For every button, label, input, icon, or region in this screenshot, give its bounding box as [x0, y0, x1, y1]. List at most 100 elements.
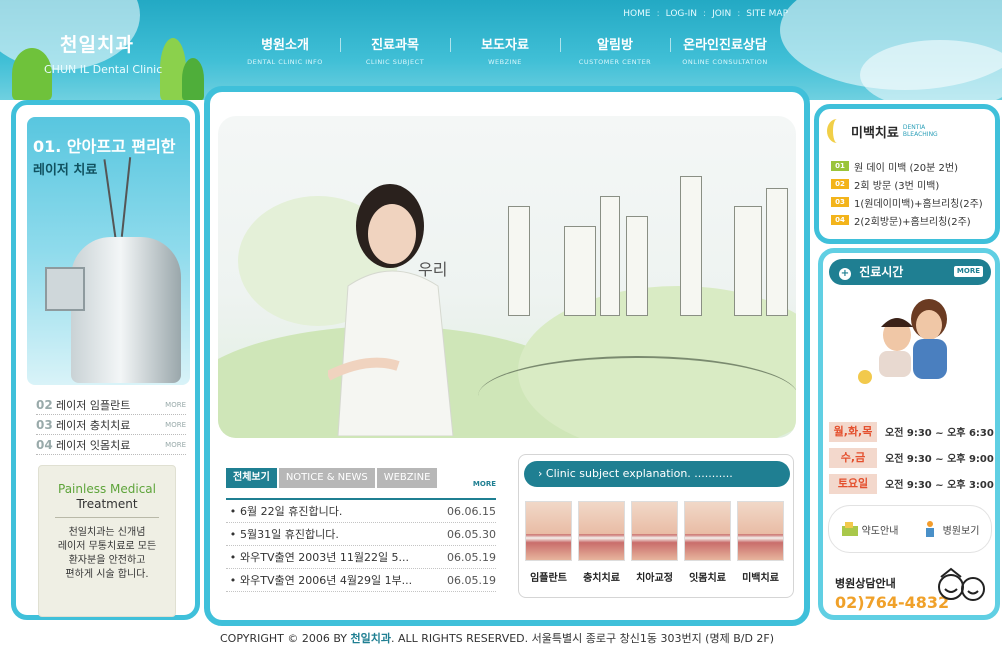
nav-item-clinic-info[interactable]: 병원소개 DENTAL CLINIC INFO	[230, 34, 340, 66]
nav-item-clinic-subject[interactable]: 진료과목 CLINIC SUBJECT	[340, 34, 450, 66]
hospital-view-label: 병원보기	[942, 525, 980, 537]
news-date: 06.05.19	[447, 573, 496, 587]
smile-thumbnail-orthodontics[interactable]	[631, 501, 678, 561]
subject-label-orthodontics[interactable]: 치아교정	[631, 569, 678, 584]
hours-more-link[interactable]: MORE	[953, 266, 983, 277]
more-link[interactable]: MORE	[165, 441, 186, 449]
item-label: 레이저 임플란트	[56, 398, 131, 412]
nav-label: 진료과목	[371, 38, 419, 53]
smile-thumbnail-implant[interactable]	[525, 501, 572, 561]
hospital-view-link[interactable]: 병원보기	[922, 520, 980, 538]
nav-sublabel: ONLINE CONSULTATION	[682, 58, 768, 66]
building-illustration	[680, 176, 702, 316]
smile-thumbnail-gum[interactable]	[684, 501, 731, 561]
news-item[interactable]: • 6월 22일 휴진합니다. 06.06.15	[226, 500, 496, 523]
tab-webzine[interactable]: WEBZINE	[376, 468, 438, 488]
clinic-subjects: › Clinic subject explanation. ..........…	[518, 454, 794, 598]
hours-time: 오전 9:30 ~ 오후 6:30	[885, 428, 994, 439]
nav-label: 병원소개	[261, 38, 309, 53]
util-home-link[interactable]: HOME	[623, 9, 650, 19]
building-illustration	[626, 216, 648, 316]
tab-notice-news[interactable]: NOTICE & NEWS	[278, 468, 375, 488]
util-sitemap-link[interactable]: SITE MAP	[746, 9, 788, 19]
nav-label: 온라인진료상담	[683, 38, 767, 53]
moon-icon	[827, 119, 847, 143]
bullet-icon: •	[229, 573, 237, 587]
separator: :	[737, 9, 741, 19]
whitening-item[interactable]: 04 2(2회방문)+홈브리칭(2주)	[831, 211, 983, 229]
laser-menu-item[interactable]: 03 레이저 충치치료 MORE	[36, 415, 186, 435]
smile-thumbnail-whitening[interactable]	[737, 501, 784, 561]
laser-menu: 02 레이저 임플란트 MORE 03 레이저 충치치료 MORE 04 레이저…	[36, 395, 186, 455]
nav-item-webzine[interactable]: 보도자료 WEBZINE	[450, 34, 560, 66]
item-label: 레이저 잇몸치료	[56, 438, 131, 452]
subject-label-cavity[interactable]: 충치치료	[578, 569, 625, 584]
item-number-badge: 02	[831, 179, 849, 189]
whitening-item[interactable]: 01 원 데이 미백 (20분 2번)	[831, 157, 983, 175]
painless-treatment-box: Painless Medical Treatment 천일치과는 신개념 레이저…	[38, 465, 176, 617]
whitening-english: DENTIA BLEACHING	[903, 124, 938, 138]
subject-label-whitening[interactable]: 미백치료	[737, 569, 784, 584]
nav-item-customer-center[interactable]: 알림방 CUSTOMER CENTER	[560, 34, 670, 66]
hours-title: 진료시간	[859, 265, 904, 279]
map-icon	[841, 522, 858, 536]
news-item[interactable]: • 5월31일 휴진합니다. 06.05.30	[226, 523, 496, 546]
news-title: 6월 22일 휴진합니다.	[240, 505, 343, 518]
map-label: 약도안내	[861, 525, 899, 537]
desc-line: 편하게 시술 합니다.	[65, 569, 149, 580]
item-number: 03	[36, 417, 53, 432]
hours-time: 오전 9:30 ~ 오후 9:00	[885, 454, 994, 465]
news-item[interactable]: • 와우TV출연 2003년 11월22일 5... 06.05.19	[226, 546, 496, 569]
map-link[interactable]: 약도안내	[841, 520, 899, 538]
whitening-item[interactable]: 02 2회 방문 (3번 미백)	[831, 175, 983, 193]
laser-treatment-banner[interactable]: 01. 안아프고 편리한 레이저 치료	[27, 117, 190, 385]
clinic-subject-header[interactable]: › Clinic subject explanation. ..........…	[524, 461, 790, 487]
footer-brand: 천일치과	[350, 632, 391, 645]
nav-sublabel: WEBZINE	[488, 58, 522, 66]
tab-all[interactable]: 전체보기	[226, 468, 277, 488]
divider	[55, 517, 159, 518]
news-date: 06.05.19	[447, 550, 496, 564]
header: HOME : LOG-IN : JOIN : SITE MAP 천일치과 CHU…	[0, 0, 1002, 100]
hours-day: 월,화,목	[829, 421, 877, 442]
bullet-icon: •	[229, 504, 237, 518]
painless-description: 천일치과는 신개념 레이저 무통치료로 모든 환자분을 안전하고 편하게 시술 …	[39, 526, 175, 582]
plus-icon: +	[839, 268, 851, 280]
item-label: 2회 방문 (3번 미백)	[854, 180, 940, 192]
separator: :	[656, 9, 660, 19]
nav-item-online-consultation[interactable]: 온라인진료상담 ONLINE CONSULTATION	[670, 34, 780, 66]
laser-menu-item[interactable]: 02 레이저 임플란트 MORE	[36, 395, 186, 415]
laser-menu-item[interactable]: 04 레이저 잇몸치료 MORE	[36, 435, 186, 455]
news-title: 와우TV출연 2003년 11월22일 5...	[240, 551, 410, 564]
subject-label-implant[interactable]: 임플란트	[525, 569, 572, 584]
laser-arm	[103, 159, 117, 239]
nav-sublabel: CUSTOMER CENTER	[578, 58, 652, 66]
building-illustration	[600, 196, 620, 316]
main-content: 우리 전체보기 NOTICE & NEWS WEBZINE MORE • 6월 …	[204, 86, 810, 626]
building-illustration	[508, 206, 530, 316]
news-more-link[interactable]: MORE	[473, 480, 496, 488]
news-item[interactable]: • 와우TV출연 2006년 4월29일 1부... 06.05.19	[226, 569, 496, 592]
copyright-prefix: COPYRIGHT © 2006 BY	[220, 632, 351, 645]
chevron-right-icon: ›	[538, 467, 543, 480]
quick-links: 약도안내 병원보기	[828, 505, 992, 553]
hero-illustration: 우리	[218, 116, 796, 438]
news-list: • 6월 22일 휴진합니다. 06.06.15 • 5월31일 휴진합니다. …	[226, 498, 496, 592]
hours-day: 수,금	[829, 447, 877, 468]
laser-machine-screen	[45, 267, 85, 311]
whitening-item[interactable]: 03 1(원데이미백)+홈브리칭(2주)	[831, 193, 983, 211]
smile-thumbnail-cavity[interactable]	[578, 501, 625, 561]
more-link[interactable]: MORE	[165, 401, 186, 409]
news-date: 06.05.30	[447, 527, 496, 541]
utility-nav: HOME : LOG-IN : JOIN : SITE MAP	[623, 9, 788, 19]
more-link[interactable]: MORE	[165, 421, 186, 429]
subject-label-gum[interactable]: 잇몸치료	[684, 569, 731, 584]
banner-title: 01. 안아프고 편리한	[33, 137, 176, 156]
util-join-link[interactable]: JOIN	[712, 9, 731, 19]
util-login-link[interactable]: LOG-IN	[666, 9, 697, 19]
desc-line: 천일치과는 신개념	[68, 527, 146, 538]
hours-table: 월,화,목 오전 9:30 ~ 오후 6:30 수,금 오전 9:30 ~ 오후…	[829, 419, 994, 497]
site-logo[interactable]: 천일치과 CHUN IL Dental Clinic	[44, 30, 162, 76]
item-label: 레이저 충치치료	[56, 418, 131, 432]
hours-row: 수,금 오전 9:30 ~ 오후 9:00	[829, 445, 994, 470]
